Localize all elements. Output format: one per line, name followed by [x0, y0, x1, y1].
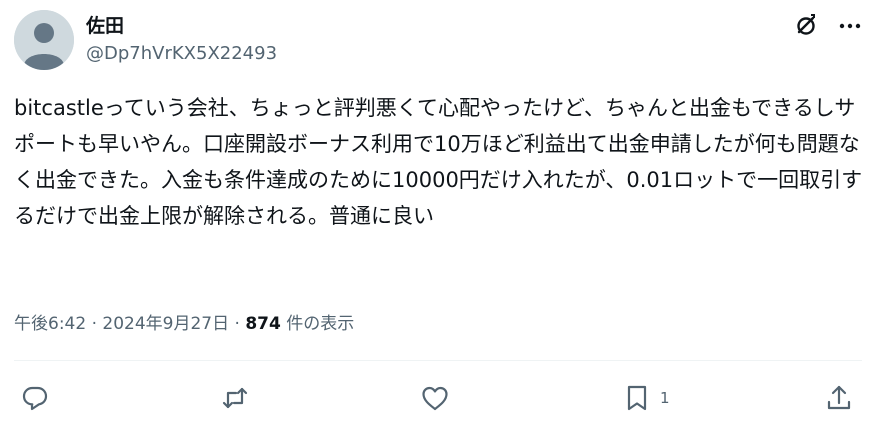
reply-button[interactable]: [20, 380, 50, 416]
avatar[interactable]: [14, 10, 74, 70]
divider: [14, 360, 862, 361]
like-button[interactable]: [420, 380, 450, 416]
author-handle[interactable]: @Dp7hVrKX5X22493: [86, 42, 277, 66]
share-icon: [827, 385, 851, 410]
bookmark-icon: [627, 385, 647, 411]
reply-icon: [22, 386, 48, 411]
bookmark-count: 1: [660, 389, 670, 407]
tweet-meta: 午後6:42 · 2024年9月27日 · 874 件の表示: [14, 312, 354, 336]
tweet-date[interactable]: 2024年9月27日: [102, 314, 229, 334]
tweet-time[interactable]: 午後6:42: [14, 314, 86, 334]
views-label: 件の表示: [280, 314, 355, 334]
action-bar: 1: [0, 380, 876, 416]
repost-button[interactable]: [220, 380, 250, 416]
tweet-header: 佐田 @Dp7hVrKX5X22493: [14, 10, 862, 72]
grok-icon[interactable]: [792, 12, 820, 40]
like-icon: [422, 386, 448, 411]
views-count[interactable]: 874: [245, 314, 281, 334]
more-options-icon[interactable]: [836, 12, 864, 40]
default-avatar-icon: [14, 10, 74, 70]
tweet-text: bitcastleっていう会社、ちょっと評判悪くて心配やったけど、ちゃんと出金も…: [14, 96, 863, 228]
bookmark-button[interactable]: 1: [622, 380, 670, 416]
author-name[interactable]: 佐田: [86, 14, 124, 38]
meta-separator: ·: [229, 314, 246, 334]
share-button[interactable]: [824, 380, 854, 416]
meta-separator: ·: [86, 314, 103, 334]
repost-icon: [222, 387, 248, 409]
